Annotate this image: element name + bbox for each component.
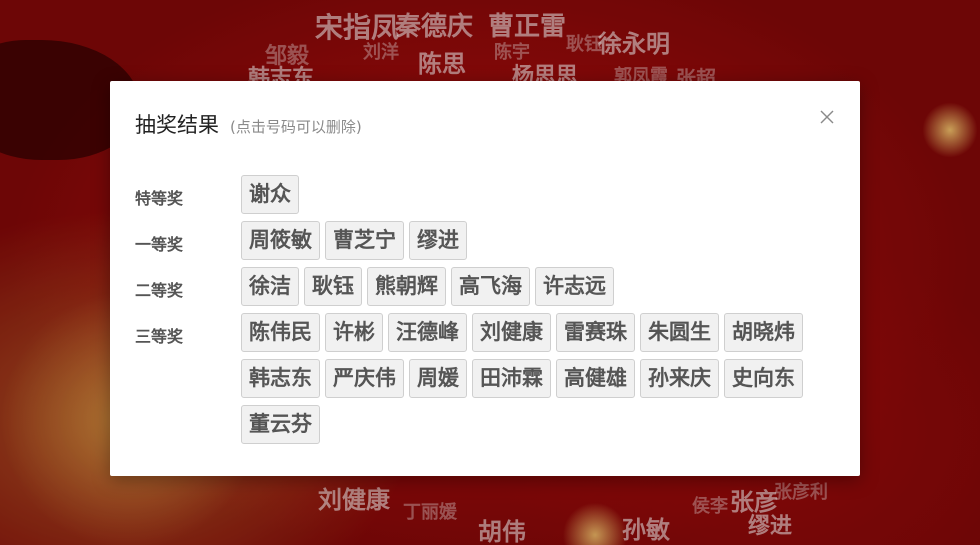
winner-chip[interactable]: 史向东 bbox=[724, 359, 803, 398]
prize-tier-grand: 特等奖 谢众 bbox=[135, 175, 841, 221]
winner-chip[interactable]: 董云芬 bbox=[241, 405, 320, 444]
winner-list: 陈伟民 许彬 汪德峰 刘健康 雷赛珠 朱圆生 胡晓炜 韩志东 严庆伟 周媛 田沛… bbox=[241, 313, 841, 451]
winner-chip[interactable]: 田沛霖 bbox=[472, 359, 551, 398]
winner-chip[interactable]: 朱圆生 bbox=[640, 313, 719, 352]
winner-chip[interactable]: 缪进 bbox=[409, 221, 467, 260]
winner-chip[interactable]: 陈伟民 bbox=[241, 313, 320, 352]
dialog-title: 抽奖结果 bbox=[135, 113, 219, 137]
dialog-hint: (点击号码可以删除) bbox=[230, 118, 362, 136]
close-icon bbox=[820, 110, 834, 124]
winner-chip[interactable]: 胡晓炜 bbox=[724, 313, 803, 352]
winner-chip[interactable]: 高飞海 bbox=[451, 267, 530, 306]
winner-chip[interactable]: 汪德峰 bbox=[388, 313, 467, 352]
lottery-result-dialog: 抽奖结果 (点击号码可以删除) 特等奖 谢众 一等奖 周筱敏 曹芝宁 缪进 二等… bbox=[110, 81, 860, 476]
close-button[interactable] bbox=[820, 109, 834, 124]
winner-chip[interactable]: 孙来庆 bbox=[640, 359, 719, 398]
winner-chip[interactable]: 耿钰 bbox=[304, 267, 362, 306]
winner-list: 谢众 bbox=[241, 175, 841, 221]
winner-chip[interactable]: 许彬 bbox=[325, 313, 383, 352]
winner-chip[interactable]: 韩志东 bbox=[241, 359, 320, 398]
tier-label: 二等奖 bbox=[135, 281, 184, 300]
winner-chip[interactable]: 雷赛珠 bbox=[556, 313, 635, 352]
winner-chip[interactable]: 徐洁 bbox=[241, 267, 299, 306]
winner-chip[interactable]: 许志远 bbox=[535, 267, 614, 306]
winner-chip[interactable]: 谢众 bbox=[241, 175, 299, 214]
winner-list: 徐洁 耿钰 熊朝辉 高飞海 许志远 bbox=[241, 267, 841, 313]
winner-list: 周筱敏 曹芝宁 缪进 bbox=[241, 221, 841, 267]
winner-chip[interactable]: 高健雄 bbox=[556, 359, 635, 398]
winner-chip[interactable]: 曹芝宁 bbox=[325, 221, 404, 260]
dialog-header: 抽奖结果 (点击号码可以删除) bbox=[135, 109, 362, 139]
prize-tier-second: 二等奖 徐洁 耿钰 熊朝辉 高飞海 许志远 bbox=[135, 267, 841, 313]
tier-label: 一等奖 bbox=[135, 235, 184, 254]
winner-chip[interactable]: 熊朝辉 bbox=[367, 267, 446, 306]
tier-label: 特等奖 bbox=[135, 189, 184, 208]
winner-chip[interactable]: 刘健康 bbox=[472, 313, 551, 352]
prize-tier-third: 三等奖 陈伟民 许彬 汪德峰 刘健康 雷赛珠 朱圆生 胡晓炜 韩志东 严庆伟 周… bbox=[135, 313, 841, 451]
winner-chip[interactable]: 周筱敏 bbox=[241, 221, 320, 260]
winner-chip[interactable]: 严庆伟 bbox=[325, 359, 404, 398]
prize-tier-first: 一等奖 周筱敏 曹芝宁 缪进 bbox=[135, 221, 841, 267]
winner-chip[interactable]: 周媛 bbox=[409, 359, 467, 398]
tier-label: 三等奖 bbox=[135, 327, 184, 346]
